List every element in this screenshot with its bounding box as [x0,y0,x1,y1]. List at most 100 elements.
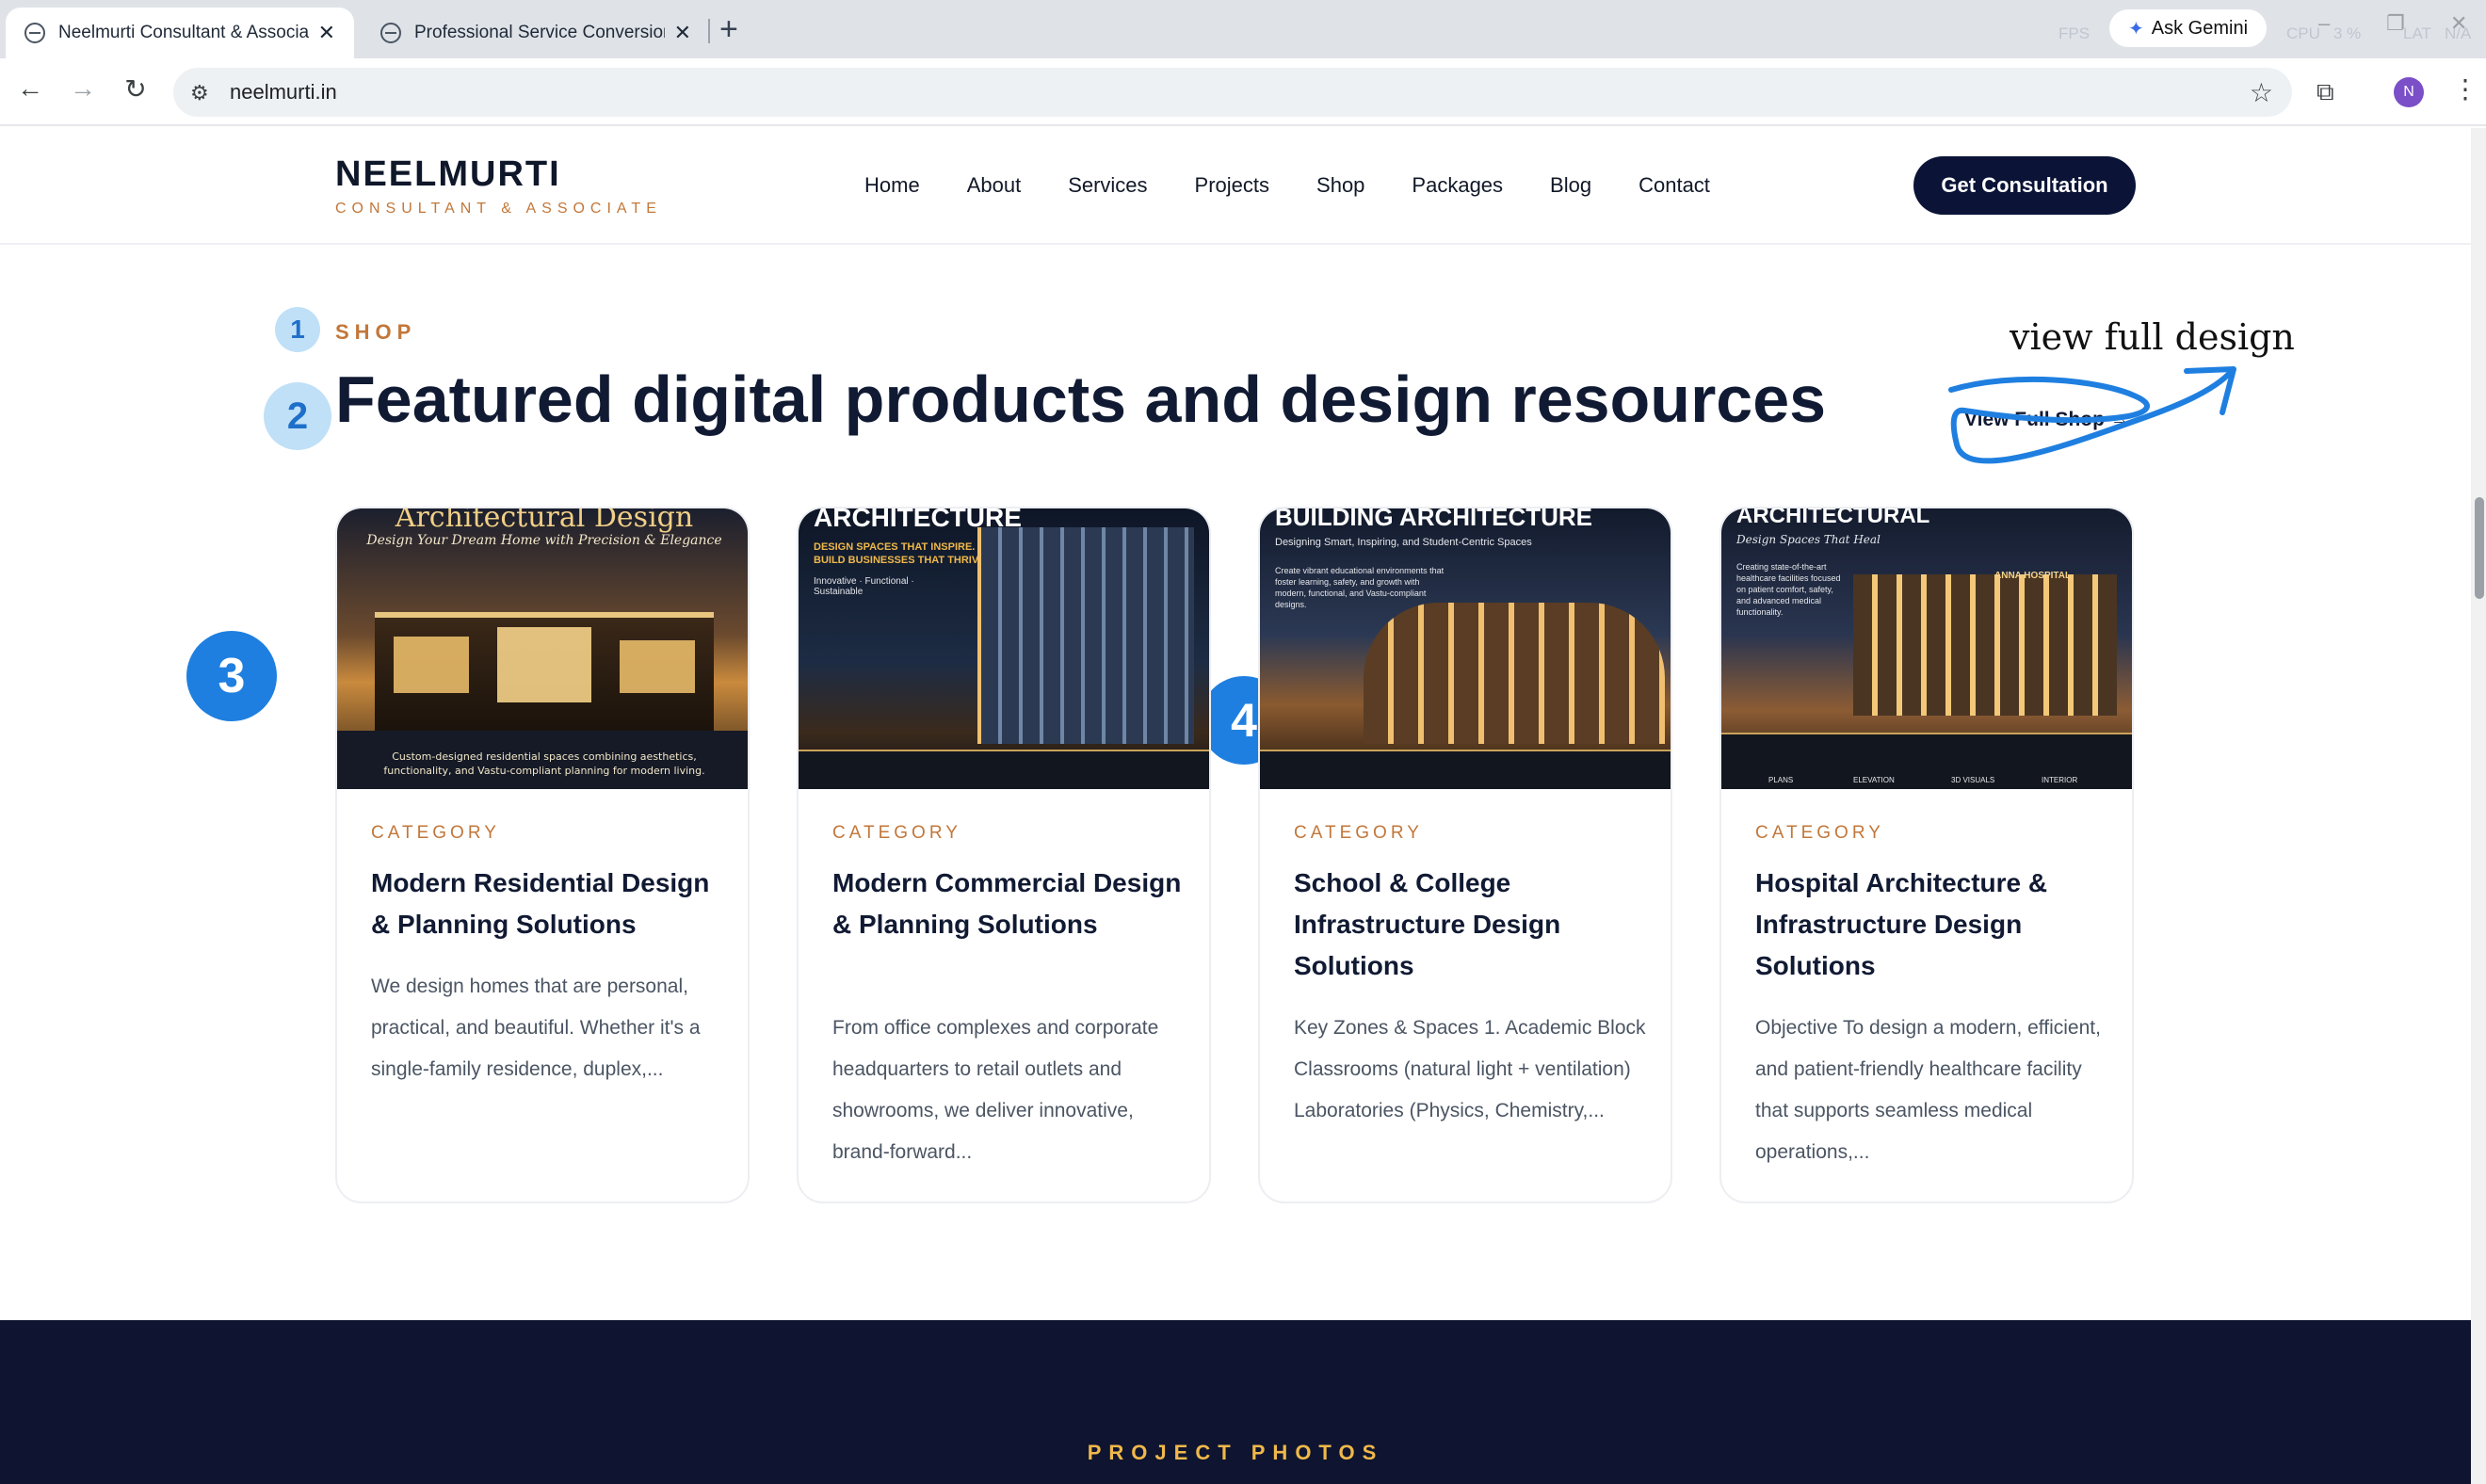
image-tagline: Creating state-of-the-art healthcare fac… [1736,562,1841,617]
nav-services[interactable]: Services [1068,173,1147,198]
globe-icon [24,23,45,43]
get-consultation-button[interactable]: Get Consultation [1913,156,2136,215]
main-nav: Home About Services Projects Shop Packag… [864,173,1757,198]
product-image[interactable]: ARCHITECTURE DESIGN SPACES THAT INSPIRE.… [799,508,1209,789]
brand-tagline: CONSULTANT & ASSOCIATE [335,201,662,217]
tab-title: Professional Service Conversion [414,23,665,42]
cpu-label: CPU [2286,24,2320,42]
image-label-elevation: ELEVATION [1853,776,1895,784]
product-card[interactable]: BUILDING ARCHITECTURE Designing Smart, I… [1258,507,1672,1203]
forward-icon[interactable]: → [64,73,102,104]
product-card[interactable]: ARCHITECTURE DESIGN SPACES THAT INSPIRE.… [797,507,1211,1203]
cast-search-icon[interactable]: ⧉ [2316,77,2334,107]
browser-toolbar: ← → ↻ ⚙ neelmurti.in ☆ ⧉ N ⋮ [0,58,2486,126]
product-image[interactable]: Architectural Design Design Your Dream H… [337,508,748,789]
annotation-marker-3: 3 [186,631,277,721]
menu-kebab-icon[interactable]: ⋮ [2452,73,2478,105]
fps-label: FPS [2058,24,2090,42]
card-category: CATEGORY [1755,823,1884,843]
image-subheading: DESIGN SPACES THAT INSPIRE. BUILD BUSINE… [814,541,989,566]
image-icon-strip [799,750,1209,789]
nav-home[interactable]: Home [864,173,920,198]
nav-blog[interactable]: Blog [1550,173,1591,198]
close-tab-icon[interactable]: ✕ [674,21,691,45]
card-category: CATEGORY [832,823,961,843]
lat-label: LAT [2403,24,2431,42]
image-subheading: Design Your Dream Home with Precision & … [366,533,722,548]
back-icon[interactable]: ← [11,73,49,104]
image-label-plans: PLANS [1768,776,1794,784]
nav-projects[interactable]: Projects [1195,173,1269,198]
nav-shop[interactable]: Shop [1316,173,1364,198]
image-heading: ARCHITECTURAL [1736,508,1930,528]
brand-name: NEELMURTI [335,154,561,194]
ask-gemini-button[interactable]: ✦ Ask Gemini [2109,9,2268,47]
browser-tab-active[interactable]: Neelmurti Consultant & Associate ✕ [6,8,354,58]
profile-avatar[interactable]: N [2394,77,2424,107]
project-photos-eyebrow: PROJECT PHOTOS [1087,1441,1384,1464]
minimize-icon[interactable]: – [2318,11,2330,36]
section-eyebrow: SHOP [335,320,417,344]
annotation-marker-2: 2 [264,382,331,450]
globe-icon [380,23,401,43]
tab-separator [708,19,710,43]
close-tab-icon[interactable]: ✕ [318,21,335,45]
nav-packages[interactable]: Packages [1412,173,1503,198]
ask-gemini-label: Ask Gemini [2151,17,2249,39]
address-bar[interactable]: ⚙ neelmurti.in ☆ [173,68,2292,117]
card-description: We design homes that are personal, pract… [371,976,701,1080]
product-image[interactable]: BUILDING ARCHITECTURE Designing Smart, I… [1260,508,1671,789]
image-tagline: Innovative · Functional · Sustainable [814,576,914,597]
card-category: CATEGORY [1294,823,1423,843]
restore-icon[interactable]: ❐ [2386,11,2405,36]
hospital-sign: ANNA HOSPITAL [1994,571,2072,581]
hospital-building-illustration: ANNA HOSPITAL [1853,571,2117,716]
bookmark-star-icon[interactable]: ☆ [2250,77,2273,108]
card-category: CATEGORY [371,823,500,843]
card-title[interactable]: School & College Infrastructure Design S… [1294,863,1652,987]
brand-logo[interactable]: NEELMURTI CONSULTANT & ASSOCIATE [335,154,662,218]
site-info-icon[interactable]: ⚙ [190,81,209,105]
new-tab-icon[interactable]: + [719,11,738,48]
image-heading: Architectural Design [395,508,694,534]
card-title[interactable]: Hospital Architecture & Infrastructure D… [1755,863,2113,987]
image-subheading: Designing Smart, Inspiring, and Student-… [1275,537,1532,548]
reload-icon[interactable]: ↻ [117,73,154,105]
gemini-spark-icon: ✦ [2128,18,2144,40]
url-text: neelmurti.in [230,80,337,104]
site-header: NEELMURTI CONSULTANT & ASSOCIATE Home Ab… [0,128,2471,245]
card-title[interactable]: Modern Residential Design & Planning Sol… [371,863,729,945]
product-image[interactable]: ARCHITECTURAL Design Spaces That Heal Cr… [1721,508,2132,789]
handwritten-annotation: view full design [2010,316,2295,358]
cpu-value: 3 % [2333,24,2362,42]
house-illustration [375,612,714,734]
nav-contact[interactable]: Contact [1638,173,1710,198]
image-icon-strip [1260,750,1671,789]
section-heading: Featured digital products and design res… [335,363,1827,436]
nav-about[interactable]: About [967,173,1022,198]
browser-tab-bar: Neelmurti Consultant & Associate ✕ Profe… [0,0,2486,58]
image-subheading: Design Spaces That Heal [1736,533,1881,546]
image-label-3d-visuals: 3D VISUALS [1951,776,1995,784]
product-card[interactable]: ARCHITECTURAL Design Spaces That Heal Cr… [1719,507,2134,1203]
card-description: Objective To design a modern, efficient,… [1755,1017,2101,1163]
image-footer-text: Custom-designed residential spaces combi… [383,750,705,777]
card-description: From office complexes and corporate head… [832,1017,1159,1163]
project-photos-section: PROJECT PHOTOS [0,1320,2471,1484]
scrollbar-thumb[interactable] [2475,497,2484,599]
school-building-illustration [1364,603,1665,744]
annotation-scribble [1948,366,2236,464]
product-card[interactable]: Architectural Design Design Your Dream H… [335,507,750,1203]
image-label-interior: INTERIOR [2042,776,2078,784]
annotation-marker-1: 1 [275,307,320,352]
tab-title: Neelmurti Consultant & Associate [58,23,309,42]
card-title[interactable]: Modern Commercial Design & Planning Solu… [832,863,1190,945]
card-description: Key Zones & Spaces 1. Academic Block Cla… [1294,1017,1646,1121]
office-building-illustration [977,527,1194,744]
image-tagline: Create vibrant educational environments … [1275,566,1445,609]
image-heading: BUILDING ARCHITECTURE [1275,508,1593,531]
browser-tab-inactive[interactable]: Professional Service Conversion ✕ [362,8,710,58]
image-icon-strip: PLANS ELEVATION 3D VISUALS INTERIOR [1721,733,2132,789]
window-close-icon[interactable]: ✕ [2450,11,2467,36]
page-scrollbar[interactable] [2471,128,2486,1484]
